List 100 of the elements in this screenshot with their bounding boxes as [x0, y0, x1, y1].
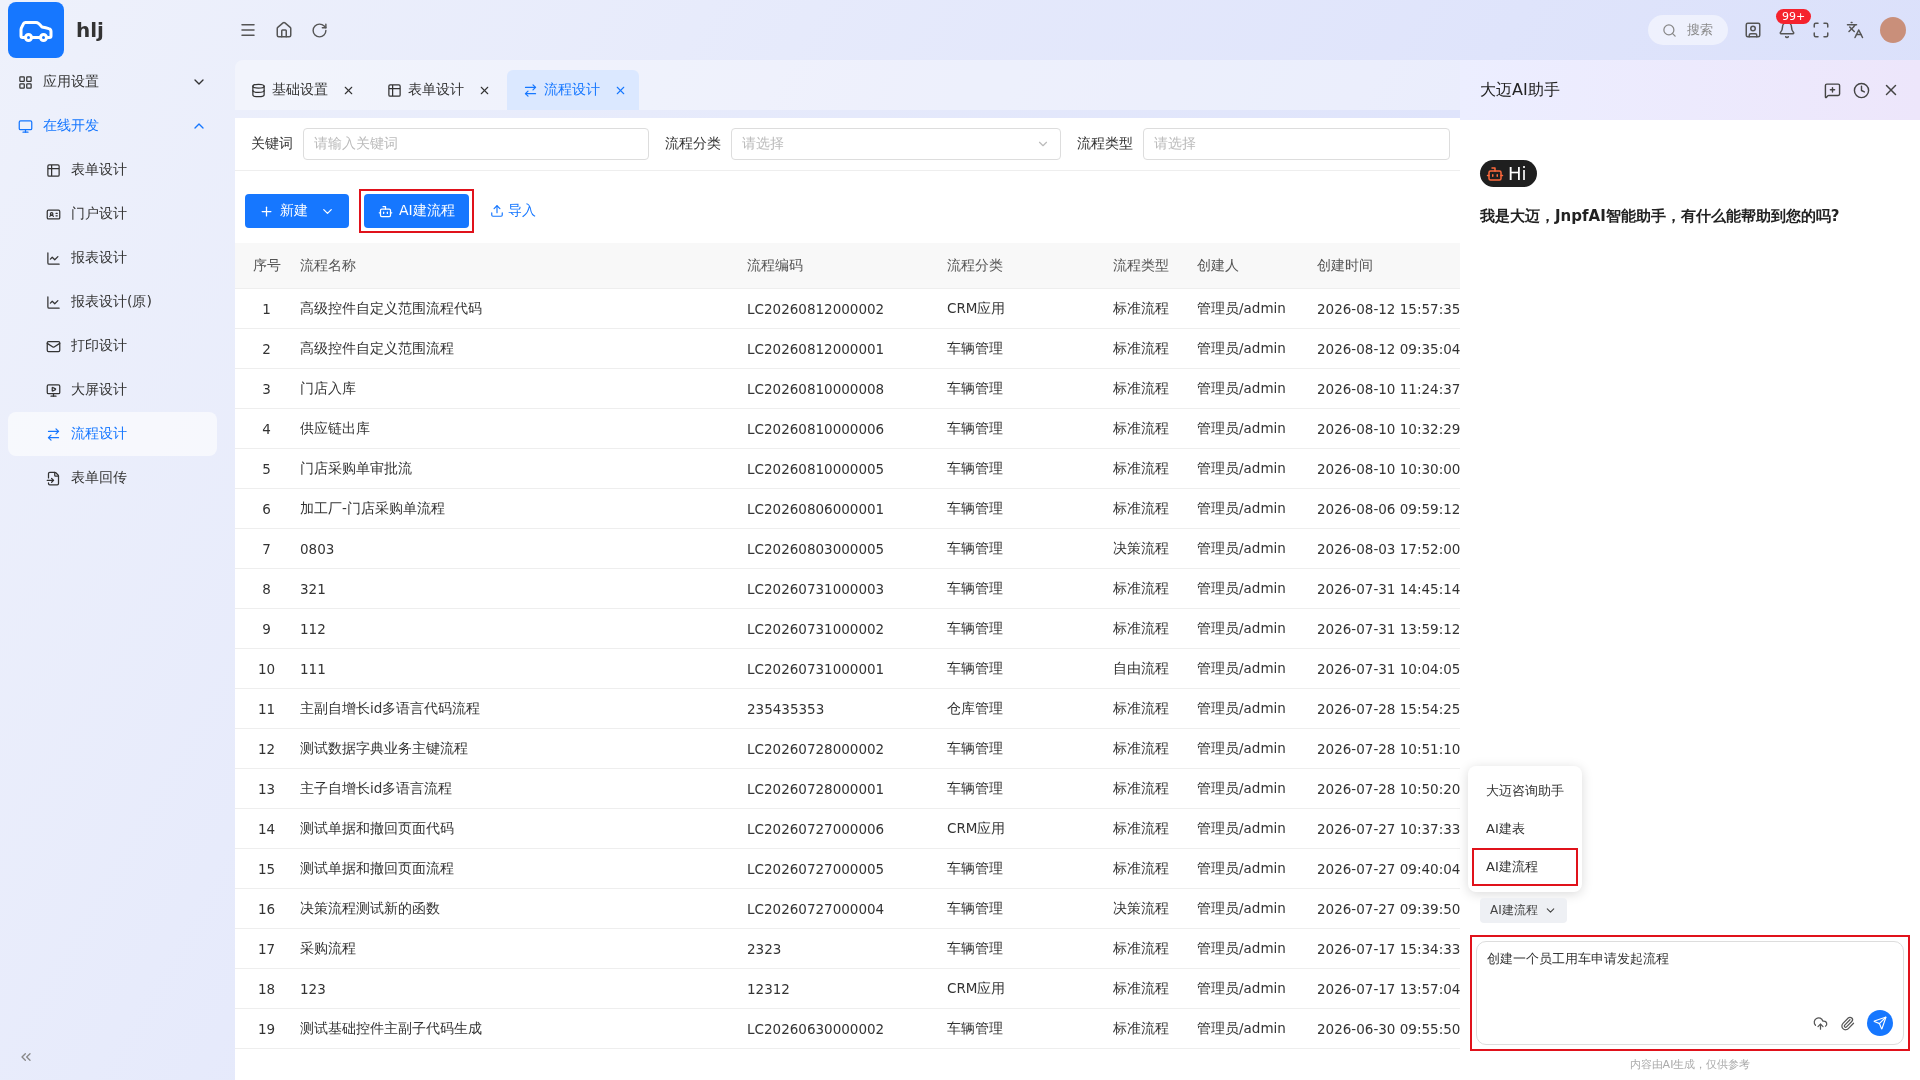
table-cell-text: 管理员/admin — [1197, 419, 1287, 438]
column-header: 流程类型 — [1113, 256, 1170, 275]
table-cell-text: 车辆管理 — [947, 939, 1004, 958]
table-cell-text: 17 — [256, 940, 277, 957]
assistant-title: 大迈AI助手 — [1480, 79, 1561, 101]
tab[interactable]: 基础设置 — [235, 70, 367, 110]
new-chat-icon[interactable] — [1824, 81, 1841, 99]
new-button[interactable]: 新建 — [245, 194, 349, 228]
table-cell-text: 管理员/admin — [1197, 779, 1287, 798]
table-cell-text: LC20260630000002 — [747, 1020, 886, 1037]
table-cell-text: LC20260731000002 — [747, 620, 886, 637]
send-button[interactable] — [1867, 1010, 1893, 1036]
table-cell-text: 12312 — [747, 980, 791, 997]
column-header: 流程名称 — [300, 256, 357, 275]
table-cell-text: 决策流程 — [1113, 899, 1170, 918]
table-cell-text: LC20260731000003 — [747, 580, 886, 597]
table-cell-text: LC20260803000005 — [747, 540, 886, 557]
sidebar-group[interactable]: 应用设置 — [8, 60, 217, 104]
sidebar-item[interactable]: 打印设计 — [8, 324, 217, 368]
sidebar-item[interactable]: 报表设计(原) — [8, 280, 217, 324]
notification-badge: 99+ — [1776, 9, 1812, 24]
table-cell-text: 2026-07-28 10:51:10 — [1317, 740, 1462, 757]
table-cell-text: 车辆管理 — [947, 339, 1004, 358]
table-cell-text: LC20260728000001 — [747, 780, 886, 797]
history-icon[interactable] — [1853, 81, 1870, 99]
table-cell-text: 管理员/admin — [1197, 739, 1287, 758]
table-cell-text: 11 — [256, 700, 277, 717]
table-cell-text: 12 — [256, 740, 277, 757]
table-cell-text: 管理员/admin — [1197, 539, 1287, 558]
table-cell-text: 18 — [256, 980, 277, 997]
table-cell-text: LC20260806000001 — [747, 500, 886, 517]
monitor-icon — [18, 118, 33, 134]
bell-icon[interactable] — [1778, 21, 1796, 39]
sidebar-item[interactable]: 表单设计 — [8, 148, 217, 192]
table-cell-text: 自由流程 — [1113, 659, 1170, 678]
table-cell-text: 标准流程 — [1113, 459, 1170, 478]
sidebar-group[interactable]: 在线开发 — [8, 104, 217, 148]
table-cell-text: 车辆管理 — [947, 499, 1004, 518]
table-cell-text: LC20260727000004 — [747, 900, 886, 917]
table-cell-text: 管理员/admin — [1197, 339, 1287, 358]
upload-icon[interactable] — [1813, 1015, 1828, 1031]
contact-icon[interactable] — [1744, 21, 1762, 39]
table-cell-text: 管理员/admin — [1197, 459, 1287, 478]
mode-select[interactable]: AI建流程 — [1480, 898, 1567, 923]
table-cell-text: 16 — [256, 900, 277, 917]
table-cell-text: 标准流程 — [1113, 939, 1170, 958]
table-cell-text: 19 — [256, 1020, 277, 1037]
table-cell-text: LC20260812000002 — [747, 300, 886, 317]
table-cell-text: CRM应用 — [947, 299, 1007, 318]
filter-label: 关键词 — [251, 135, 293, 153]
table-cell-text: 2026-07-31 10:04:05 — [1317, 660, 1462, 677]
table-cell-text: 2026-08-06 09:59:12 — [1317, 500, 1462, 517]
table-cell-text: 标准流程 — [1113, 339, 1170, 358]
paperclip-icon[interactable] — [1840, 1015, 1855, 1031]
table-cell-text: 标准流程 — [1113, 859, 1170, 878]
language-icon[interactable] — [1846, 21, 1864, 39]
refresh-icon[interactable] — [311, 21, 328, 39]
table-cell-text: 标准流程 — [1113, 619, 1170, 638]
tab[interactable]: 表单设计 — [371, 70, 503, 110]
table-cell-text: 车辆管理 — [947, 379, 1004, 398]
mail-icon — [46, 338, 61, 354]
menu-icon[interactable] — [239, 21, 257, 39]
document-icon — [46, 470, 61, 486]
app-logo — [8, 2, 64, 58]
table-cell-text: 14 — [256, 820, 277, 837]
menu-item[interactable]: AI建流程 — [1472, 848, 1578, 886]
table-cell-text: 车辆管理 — [947, 859, 1004, 878]
home-icon[interactable] — [275, 21, 293, 39]
menu-item[interactable]: 大迈咨询助手 — [1472, 772, 1578, 810]
chart-icon — [46, 250, 61, 266]
ai-flow-button[interactable]: AI建流程 — [364, 194, 469, 228]
sidebar-item[interactable]: 表单回传 — [8, 456, 217, 500]
table-cell-text: 2026-08-03 17:52:00 — [1317, 540, 1462, 557]
sidebar-item[interactable]: 报表设计 — [8, 236, 217, 280]
table-cell-text: 标准流程 — [1113, 979, 1170, 998]
sidebar-item[interactable]: 大屏设计 — [8, 368, 217, 412]
table-cell-text: 主副自增长id多语言代码流程 — [300, 699, 482, 718]
chat-input[interactable]: 创建一个员工用车申请发起流程 — [1476, 941, 1904, 1045]
table-cell-text: 0803 — [300, 540, 336, 557]
table-cell-text: 标准流程 — [1113, 779, 1170, 798]
table-cell-text: 管理员/admin — [1197, 499, 1287, 518]
import-link[interactable]: 导入 — [483, 201, 542, 221]
table-cell-text: CRM应用 — [947, 979, 1007, 998]
table-cell-text: 管理员/admin — [1197, 299, 1287, 318]
fullscreen-icon[interactable] — [1812, 21, 1830, 39]
table-cell-text: 标准流程 — [1113, 819, 1170, 838]
robot-icon — [1486, 164, 1504, 183]
table-cell-text: LC20260731000001 — [747, 660, 886, 677]
table-cell-text: 高级控件自定义范围流程代码 — [300, 299, 483, 318]
upload-icon — [489, 204, 504, 218]
table-cell-text: 7 — [261, 540, 272, 557]
sidebar-item[interactable]: 门户设计 — [8, 192, 217, 236]
database-icon — [251, 82, 266, 98]
plus-icon — [259, 203, 274, 219]
table-icon — [387, 82, 402, 98]
sidebar-item[interactable]: 流程设计 — [8, 412, 217, 456]
table-cell-text: 标准流程 — [1113, 739, 1170, 758]
table-cell-text: 321 — [300, 580, 327, 597]
menu-item[interactable]: AI建表 — [1472, 810, 1578, 848]
table-cell-text: 管理员/admin — [1197, 699, 1287, 718]
